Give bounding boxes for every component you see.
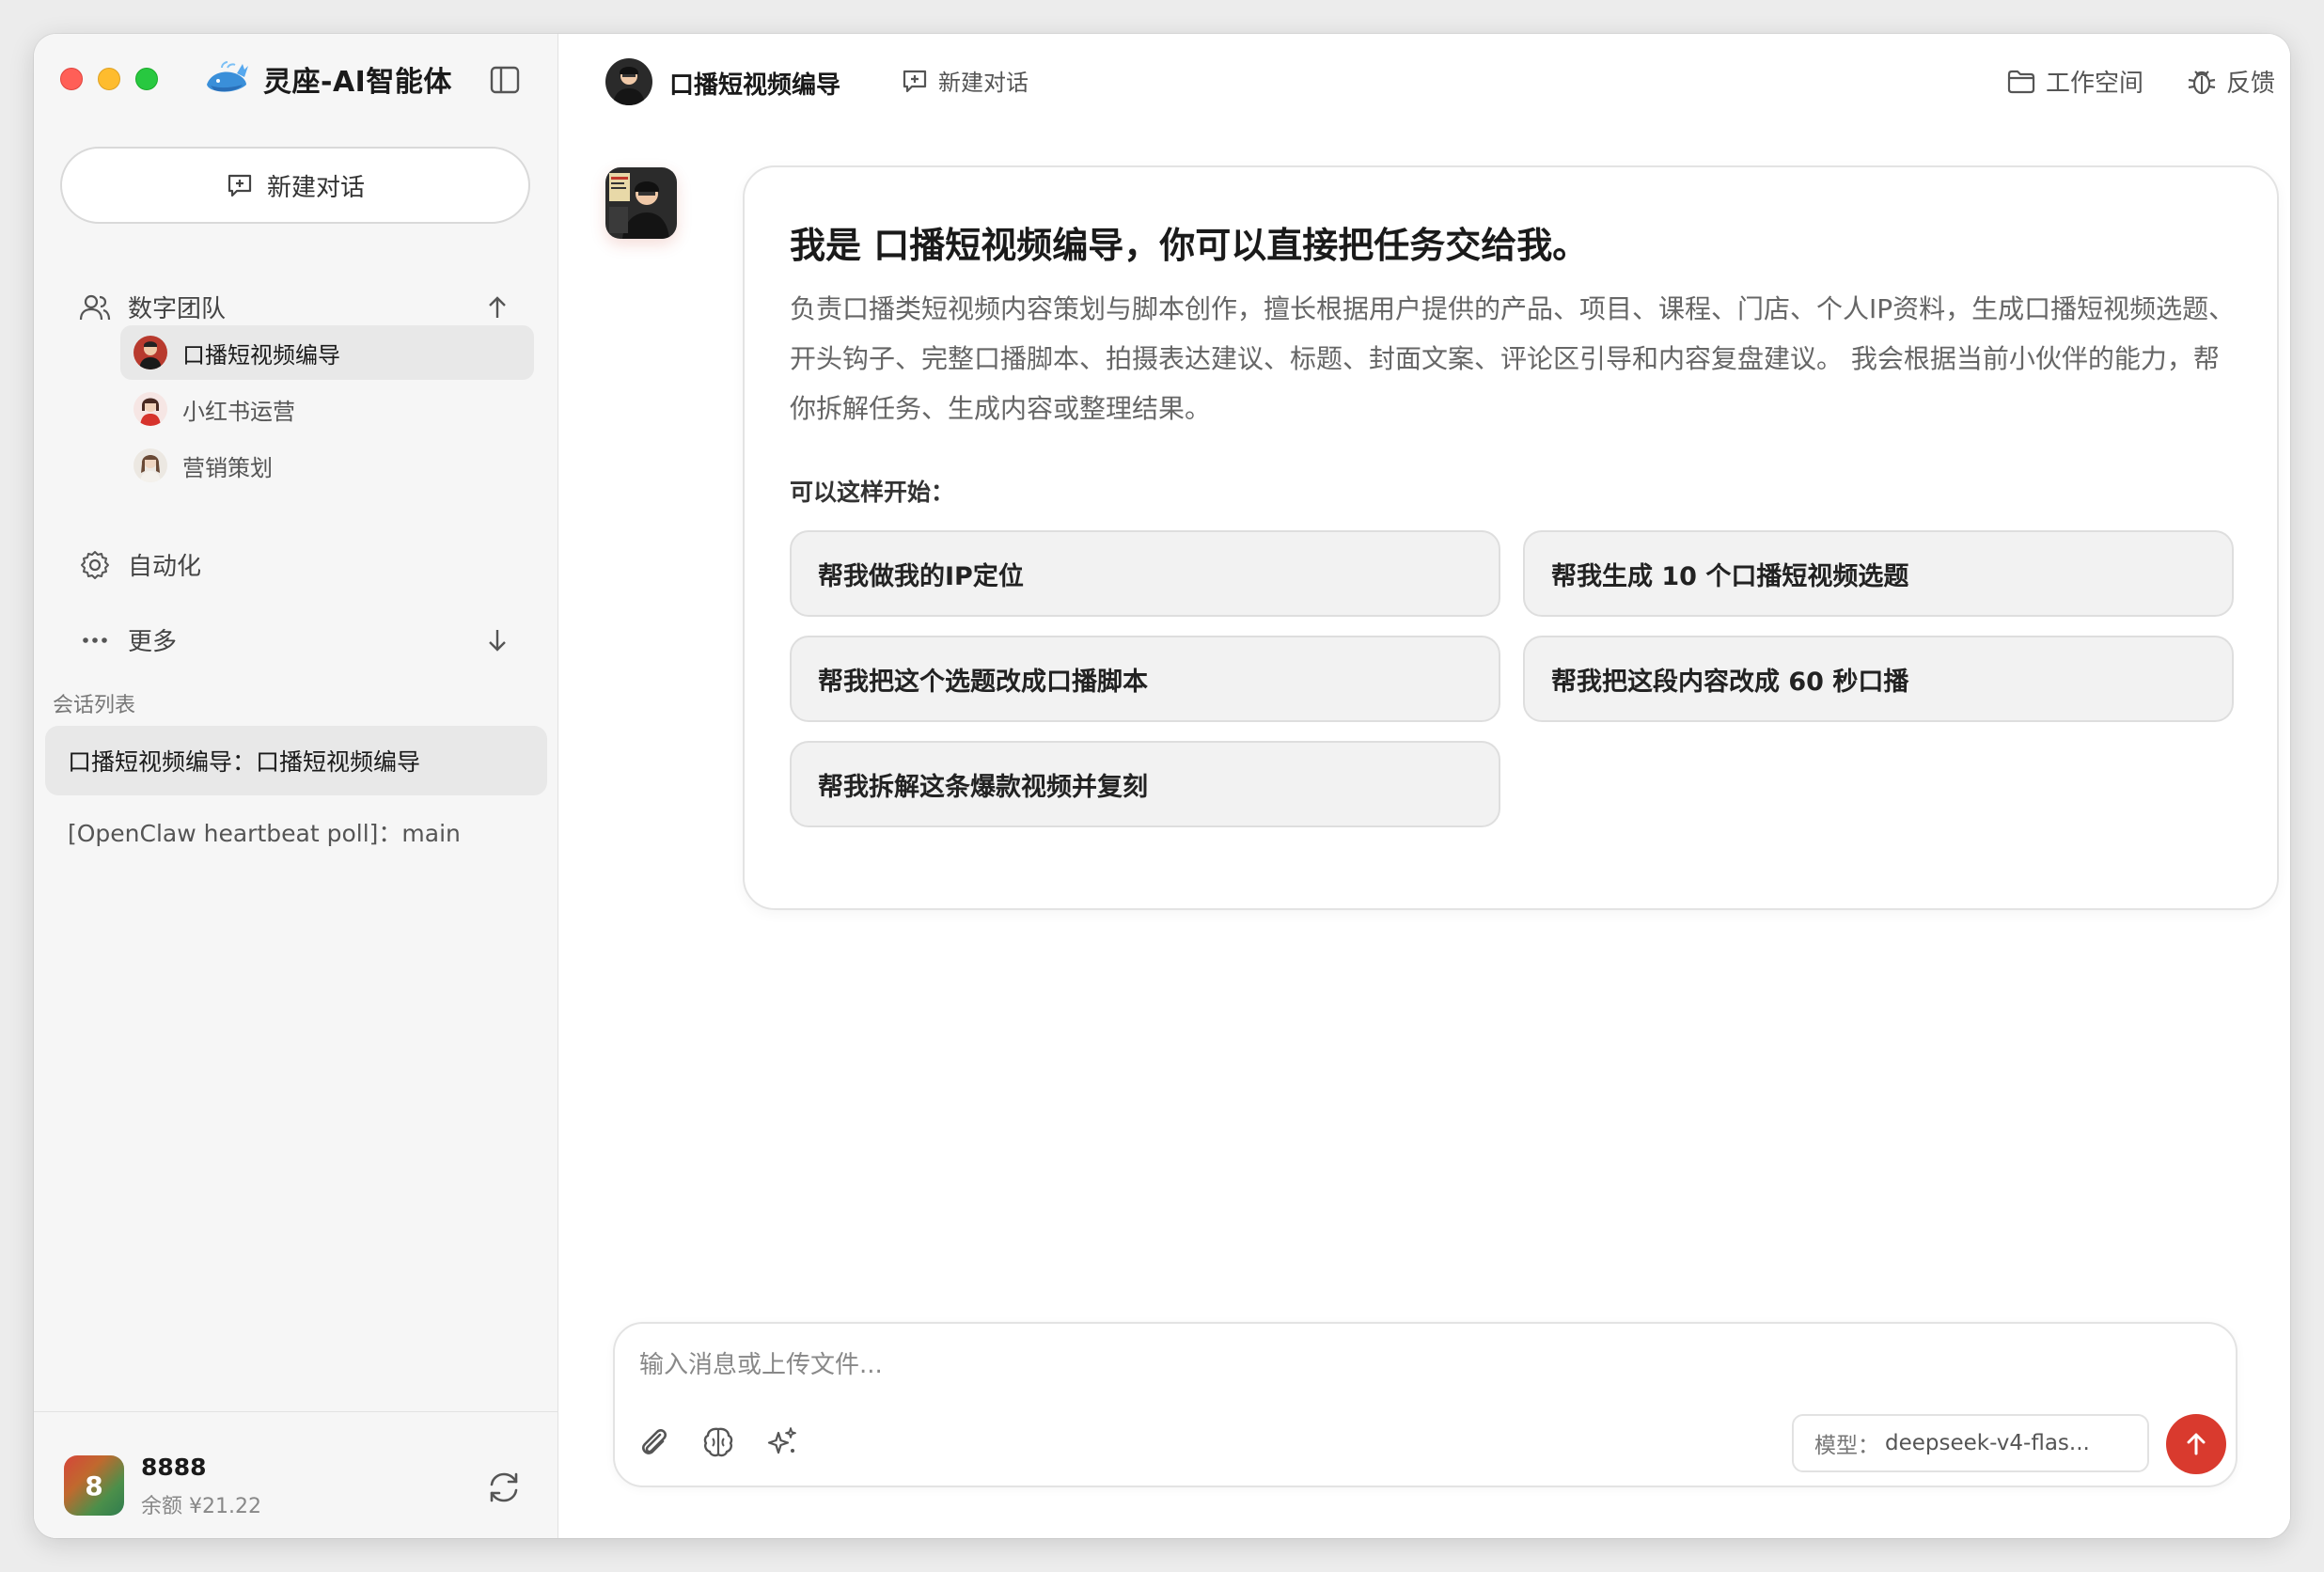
nav-more-label: 更多: [128, 628, 178, 656]
sidebar-member-label: 小红书运营: [182, 398, 295, 425]
minimize-window-button[interactable]: [98, 68, 120, 90]
refresh-icon[interactable]: [485, 1469, 523, 1506]
user-name: 8888: [141, 1454, 207, 1481]
sparkles-icon[interactable]: [763, 1423, 801, 1461]
feedback-button[interactable]: 反馈: [2187, 64, 2275, 99]
window-controls: [60, 68, 158, 90]
conversation-item-label: [OpenClaw heartbeat poll]：main: [68, 820, 461, 847]
intro-hint: 可以这样开始：: [790, 479, 955, 506]
sidebar: 灵座-AI智能体 新建对话 数字团队 口播短视频编导 小红书运营 营销策划 自动…: [34, 34, 558, 1538]
conversation-item[interactable]: 口播短视频编导：口播短视频编导: [45, 726, 547, 795]
suggestion-chip[interactable]: 帮我把这个选题改成口播脚本: [790, 636, 1500, 722]
suggestion-label: 帮我拆解这条爆款视频并复刻: [818, 772, 1148, 802]
new-chat-label: 新建对话: [266, 173, 365, 202]
whale-logo-icon: [207, 61, 248, 92]
conversation-item-label: 口播短视频编导：口播短视频编导: [68, 748, 421, 776]
new-chat-icon: [903, 70, 927, 92]
close-window-button[interactable]: [60, 68, 83, 90]
suggestion-label: 帮我生成 10 个口播短视频选题: [1551, 561, 1909, 591]
user-avatar[interactable]: 8: [64, 1455, 124, 1516]
new-chat-button[interactable]: 新建对话: [60, 147, 530, 224]
intro-description: 负责口播类短视频内容策划与脚本创作，擅长根据用户提供的产品、项目、课程、门店、个…: [790, 293, 2236, 424]
sidebar-member-marketing[interactable]: 营销策划: [120, 438, 534, 493]
avatar: [133, 448, 167, 482]
nav-digital-team-label: 数字团队: [128, 295, 227, 323]
avatar: [133, 336, 167, 369]
user-account-bar: 8 8888 余额 ¥21.22: [34, 1411, 557, 1538]
zoom-window-button[interactable]: [135, 68, 158, 90]
agent-intro-card: 我是 口播短视频编导，你可以直接把任务交给我。 负责口播类短视频内容策划与脚本创…: [743, 165, 2279, 910]
model-selector[interactable]: 模型： deepseek-v4-flas...: [1792, 1414, 2149, 1472]
avatar: [133, 392, 167, 426]
gear-icon: [81, 550, 109, 579]
paperclip-icon[interactable]: [636, 1423, 673, 1461]
sidebar-toggle-icon[interactable]: [489, 64, 521, 96]
agent-avatar: [605, 58, 652, 105]
bug-icon: [2188, 70, 2216, 94]
intro-title: 我是 口播短视频编导，你可以直接把任务交给我。: [790, 225, 1589, 266]
topbar-new-chat-label: 新建对话: [938, 70, 1029, 96]
conversation-item[interactable]: [OpenClaw heartbeat poll]：main: [45, 797, 547, 867]
conversation-list-heading: 会话列表: [53, 694, 136, 717]
nav-digital-team[interactable]: 数字团队: [79, 290, 226, 324]
message-composer: 模型： deepseek-v4-flas...: [613, 1322, 2238, 1487]
suggestion-label: 帮我把这段内容改成 60 秒口播: [1551, 667, 1909, 697]
model-value: deepseek-v4-flas...: [1885, 1431, 2090, 1455]
folder-icon: [2007, 70, 2035, 93]
agent-message-avatar: [605, 167, 677, 239]
suggestion-label: 帮我做我的IP定位: [818, 561, 1024, 591]
message-input[interactable]: [637, 1341, 2202, 1390]
feedback-label: 反馈: [2226, 70, 2276, 98]
new-chat-icon: [228, 174, 252, 197]
model-key: 模型：: [1814, 1434, 1879, 1458]
sidebar-member-xiaohongshu[interactable]: 小红书运营: [120, 382, 534, 436]
sidebar-member-label: 口播短视频编导: [182, 341, 340, 369]
workspace-label: 工作空间: [2046, 70, 2144, 98]
expand-arrow-down-icon[interactable]: [483, 626, 511, 654]
brand: 灵座-AI智能体: [203, 56, 452, 102]
sidebar-member-koubo[interactable]: 口播短视频编导: [120, 325, 534, 380]
send-button[interactable]: [2166, 1414, 2226, 1474]
suggestion-chip[interactable]: 帮我生成 10 个口播短视频选题: [1523, 530, 2234, 617]
sidebar-member-label: 营销策划: [182, 454, 273, 481]
nav-automation-label: 自动化: [128, 553, 202, 581]
suggestion-chip[interactable]: 帮我把这段内容改成 60 秒口播: [1523, 636, 2234, 722]
arrow-up-icon: [2187, 1433, 2206, 1455]
agent-name: 口播短视频编导: [669, 71, 841, 100]
team-icon: [79, 294, 111, 320]
suggestion-label: 帮我把这个选题改成口播脚本: [818, 667, 1148, 697]
user-balance: 余额 ¥21.22: [141, 1495, 261, 1518]
nav-automation[interactable]: 自动化: [79, 547, 201, 582]
nav-more[interactable]: 更多: [79, 622, 177, 657]
app-window: 灵座-AI智能体 新建对话 数字团队 口播短视频编导 小红书运营 营销策划 自动…: [34, 34, 2290, 1538]
app-title: 灵座-AI智能体: [263, 66, 452, 99]
collapse-arrow-up-icon[interactable]: [483, 293, 511, 322]
workspace-button[interactable]: 工作空间: [2006, 64, 2143, 99]
suggestion-chip[interactable]: 帮我拆解这条爆款视频并复刻: [790, 741, 1500, 827]
main-panel: 口播短视频编导 新建对话 工作空间 反馈 我是 口播短视频编导，你可以直接把任务…: [558, 34, 2290, 1538]
suggestion-chip[interactable]: 帮我做我的IP定位: [790, 530, 1500, 617]
more-dots-icon: [83, 637, 107, 643]
brain-icon[interactable]: [699, 1423, 737, 1461]
topbar-new-chat-button[interactable]: 新建对话: [901, 64, 1029, 97]
